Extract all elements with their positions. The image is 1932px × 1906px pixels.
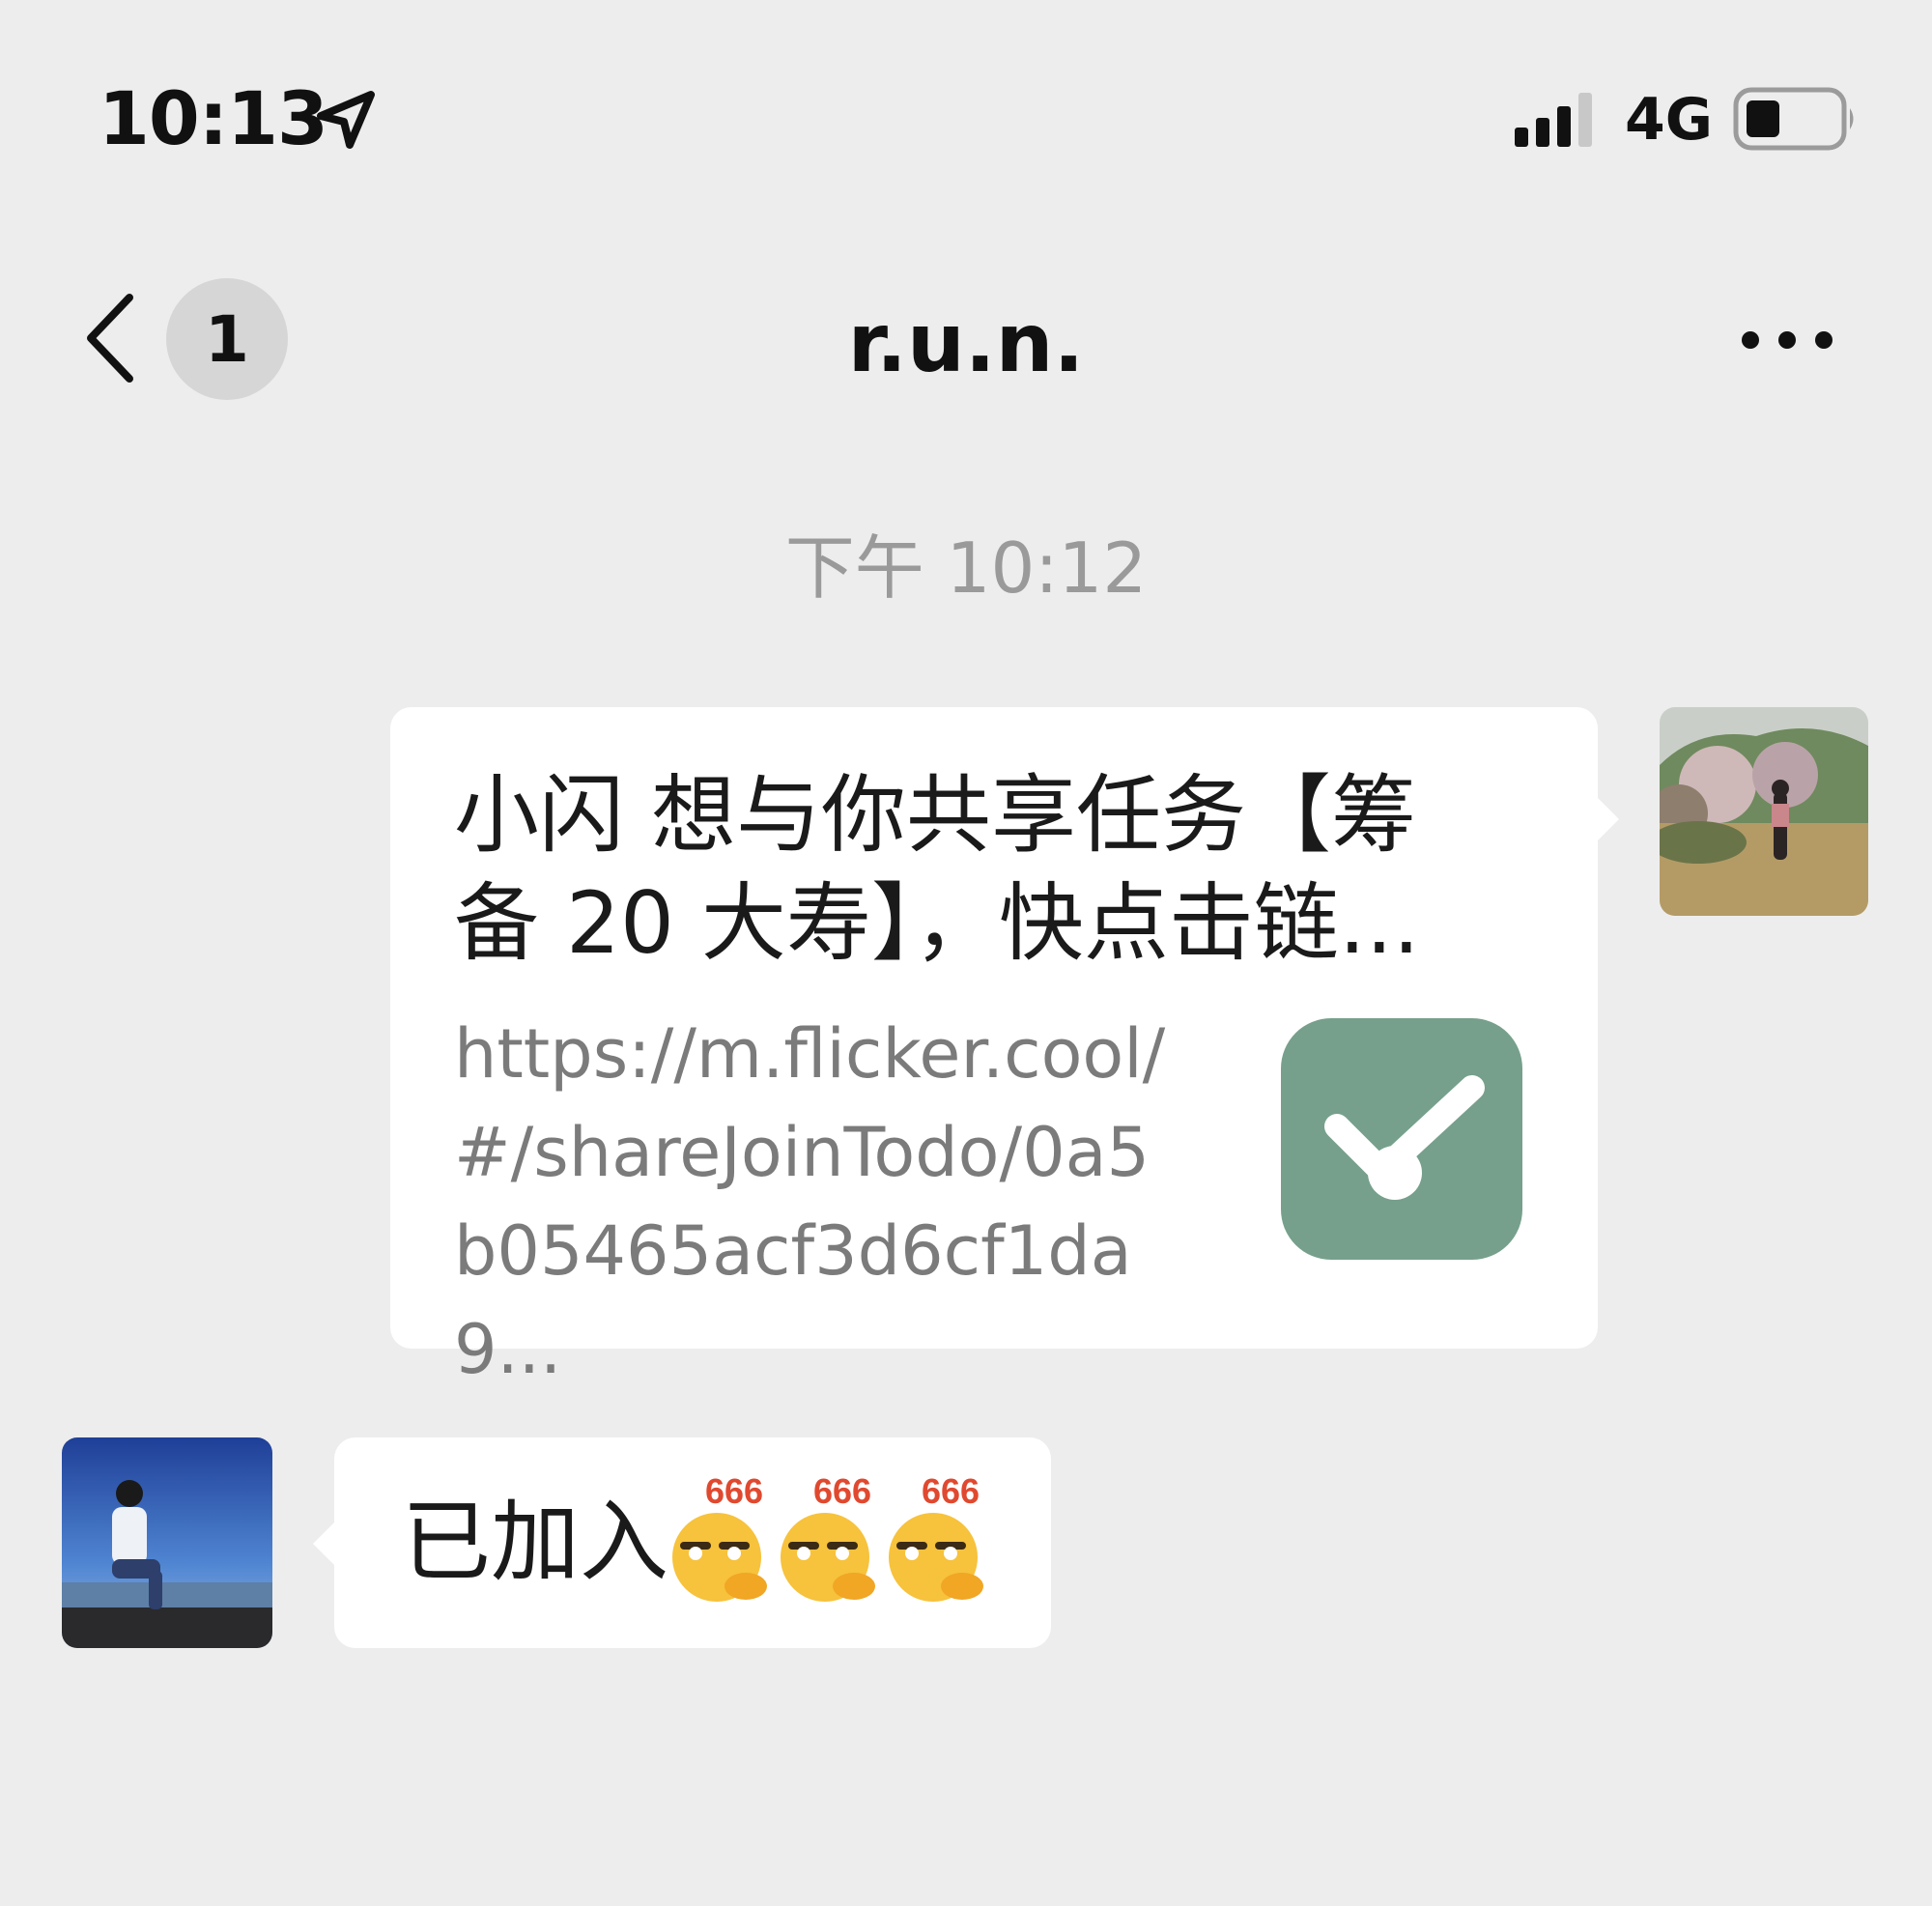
network-type: 4G — [1625, 86, 1713, 154]
chat-screen: 10:13 4G 1 r.u.n. 下午 10:12 小闪 想与你共享任务【筹备… — [0, 0, 1932, 1906]
app-logo-icon — [1281, 1018, 1522, 1260]
more-options-icon[interactable] — [1739, 321, 1835, 359]
link-card-title: 小闪 想与你共享任务【筹备 20 大寿】，快点击链... — [454, 765, 1420, 973]
link-card-url: https://m.flicker.cool/#/shareJoinTodo/0… — [454, 1014, 1166, 1389]
666-emoji-icon: 666 — [781, 1471, 875, 1602]
status-time: 10:13 — [99, 75, 328, 161]
message-timestamp: 下午 10:12 — [784, 527, 1148, 609]
reply-message-bubble[interactable]: 已加入 666 666 666 — [313, 1437, 1051, 1648]
emoji-label: 666 — [922, 1471, 980, 1511]
chat-title: r.u.n. — [847, 296, 1085, 390]
emoji-label: 666 — [813, 1471, 871, 1511]
avatar-photo-seaside — [62, 1437, 272, 1648]
reply-message-text: 已加入 — [402, 1491, 669, 1594]
bubble-tail — [313, 1521, 336, 1567]
666-emoji-icon: 666 — [672, 1471, 767, 1602]
friend-avatar[interactable] — [62, 1437, 272, 1648]
location-arrow-icon — [317, 91, 375, 149]
avatar-photo-landscape — [1660, 707, 1868, 916]
shared-link-card[interactable]: 小闪 想与你共享任务【筹备 20 大寿】，快点击链... https://m.f… — [390, 707, 1619, 1389]
my-avatar[interactable] — [1660, 707, 1868, 916]
clock-check-logo-icon — [1324, 1075, 1485, 1200]
666-emoji-icon: 666 — [889, 1471, 983, 1602]
battery-icon — [1733, 87, 1854, 151]
signal-strength-icon — [1515, 93, 1592, 147]
emoji-label: 666 — [705, 1471, 763, 1511]
bubble-tail — [1596, 796, 1619, 842]
